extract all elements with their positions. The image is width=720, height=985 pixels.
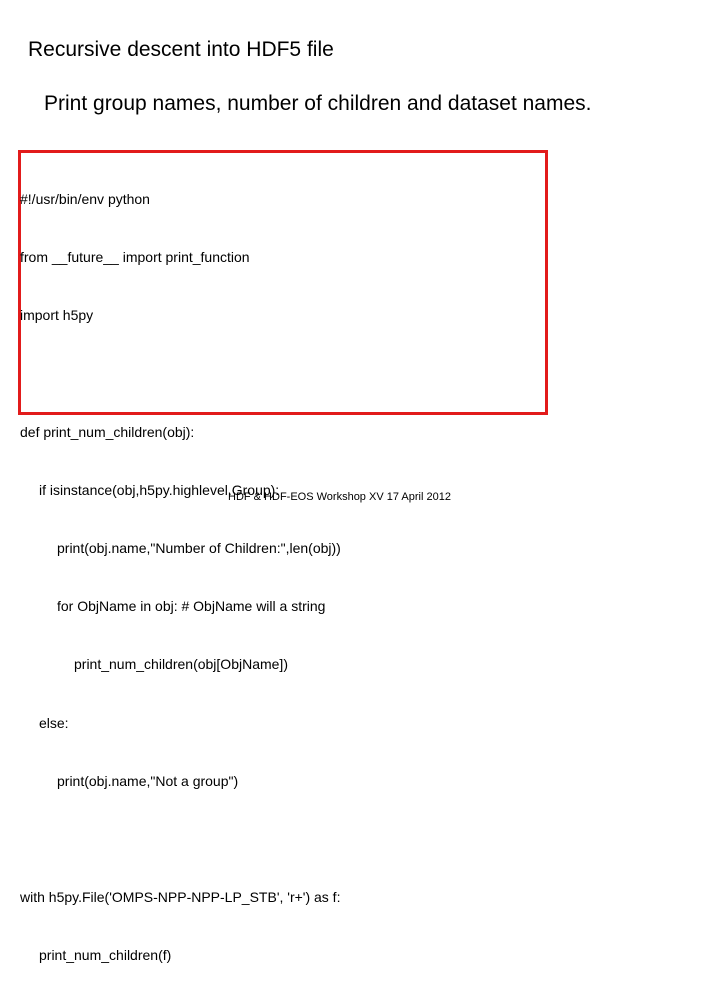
code-line-def: def print_num_children(obj): [20,423,195,440]
code-line-call: print_num_children(f) [39,947,172,964]
code-line-print-not-group: print(obj.name,"Not a group") [57,772,239,789]
slide-footer: HDF & HDF-EOS Workshop XV 17 April 2012 [228,491,451,503]
code-line-shebang: #!/usr/bin/env python [20,190,150,207]
code-line-print-children: print(obj.name,"Number of Children:",len… [57,540,341,557]
slide-title: Recursive descent into HDF5 file [28,38,334,61]
code-line-recurse: print_num_children(obj[ObjName]) [74,656,288,673]
slide-subtitle: Print group names, number of children an… [44,92,592,115]
code-line-for: for ObjName in obj: # ObjName will a str… [57,598,326,615]
code-line-else: else: [39,714,69,731]
code-line-import-h5py: import h5py [20,307,94,324]
code-line-with: with h5py.File('OMPS-NPP-NPP-LP_STB', 'r… [20,889,341,906]
code-block: #!/usr/bin/env python from __future__ im… [20,151,341,985]
code-line-import-future: from __future__ import print_function [20,249,250,266]
